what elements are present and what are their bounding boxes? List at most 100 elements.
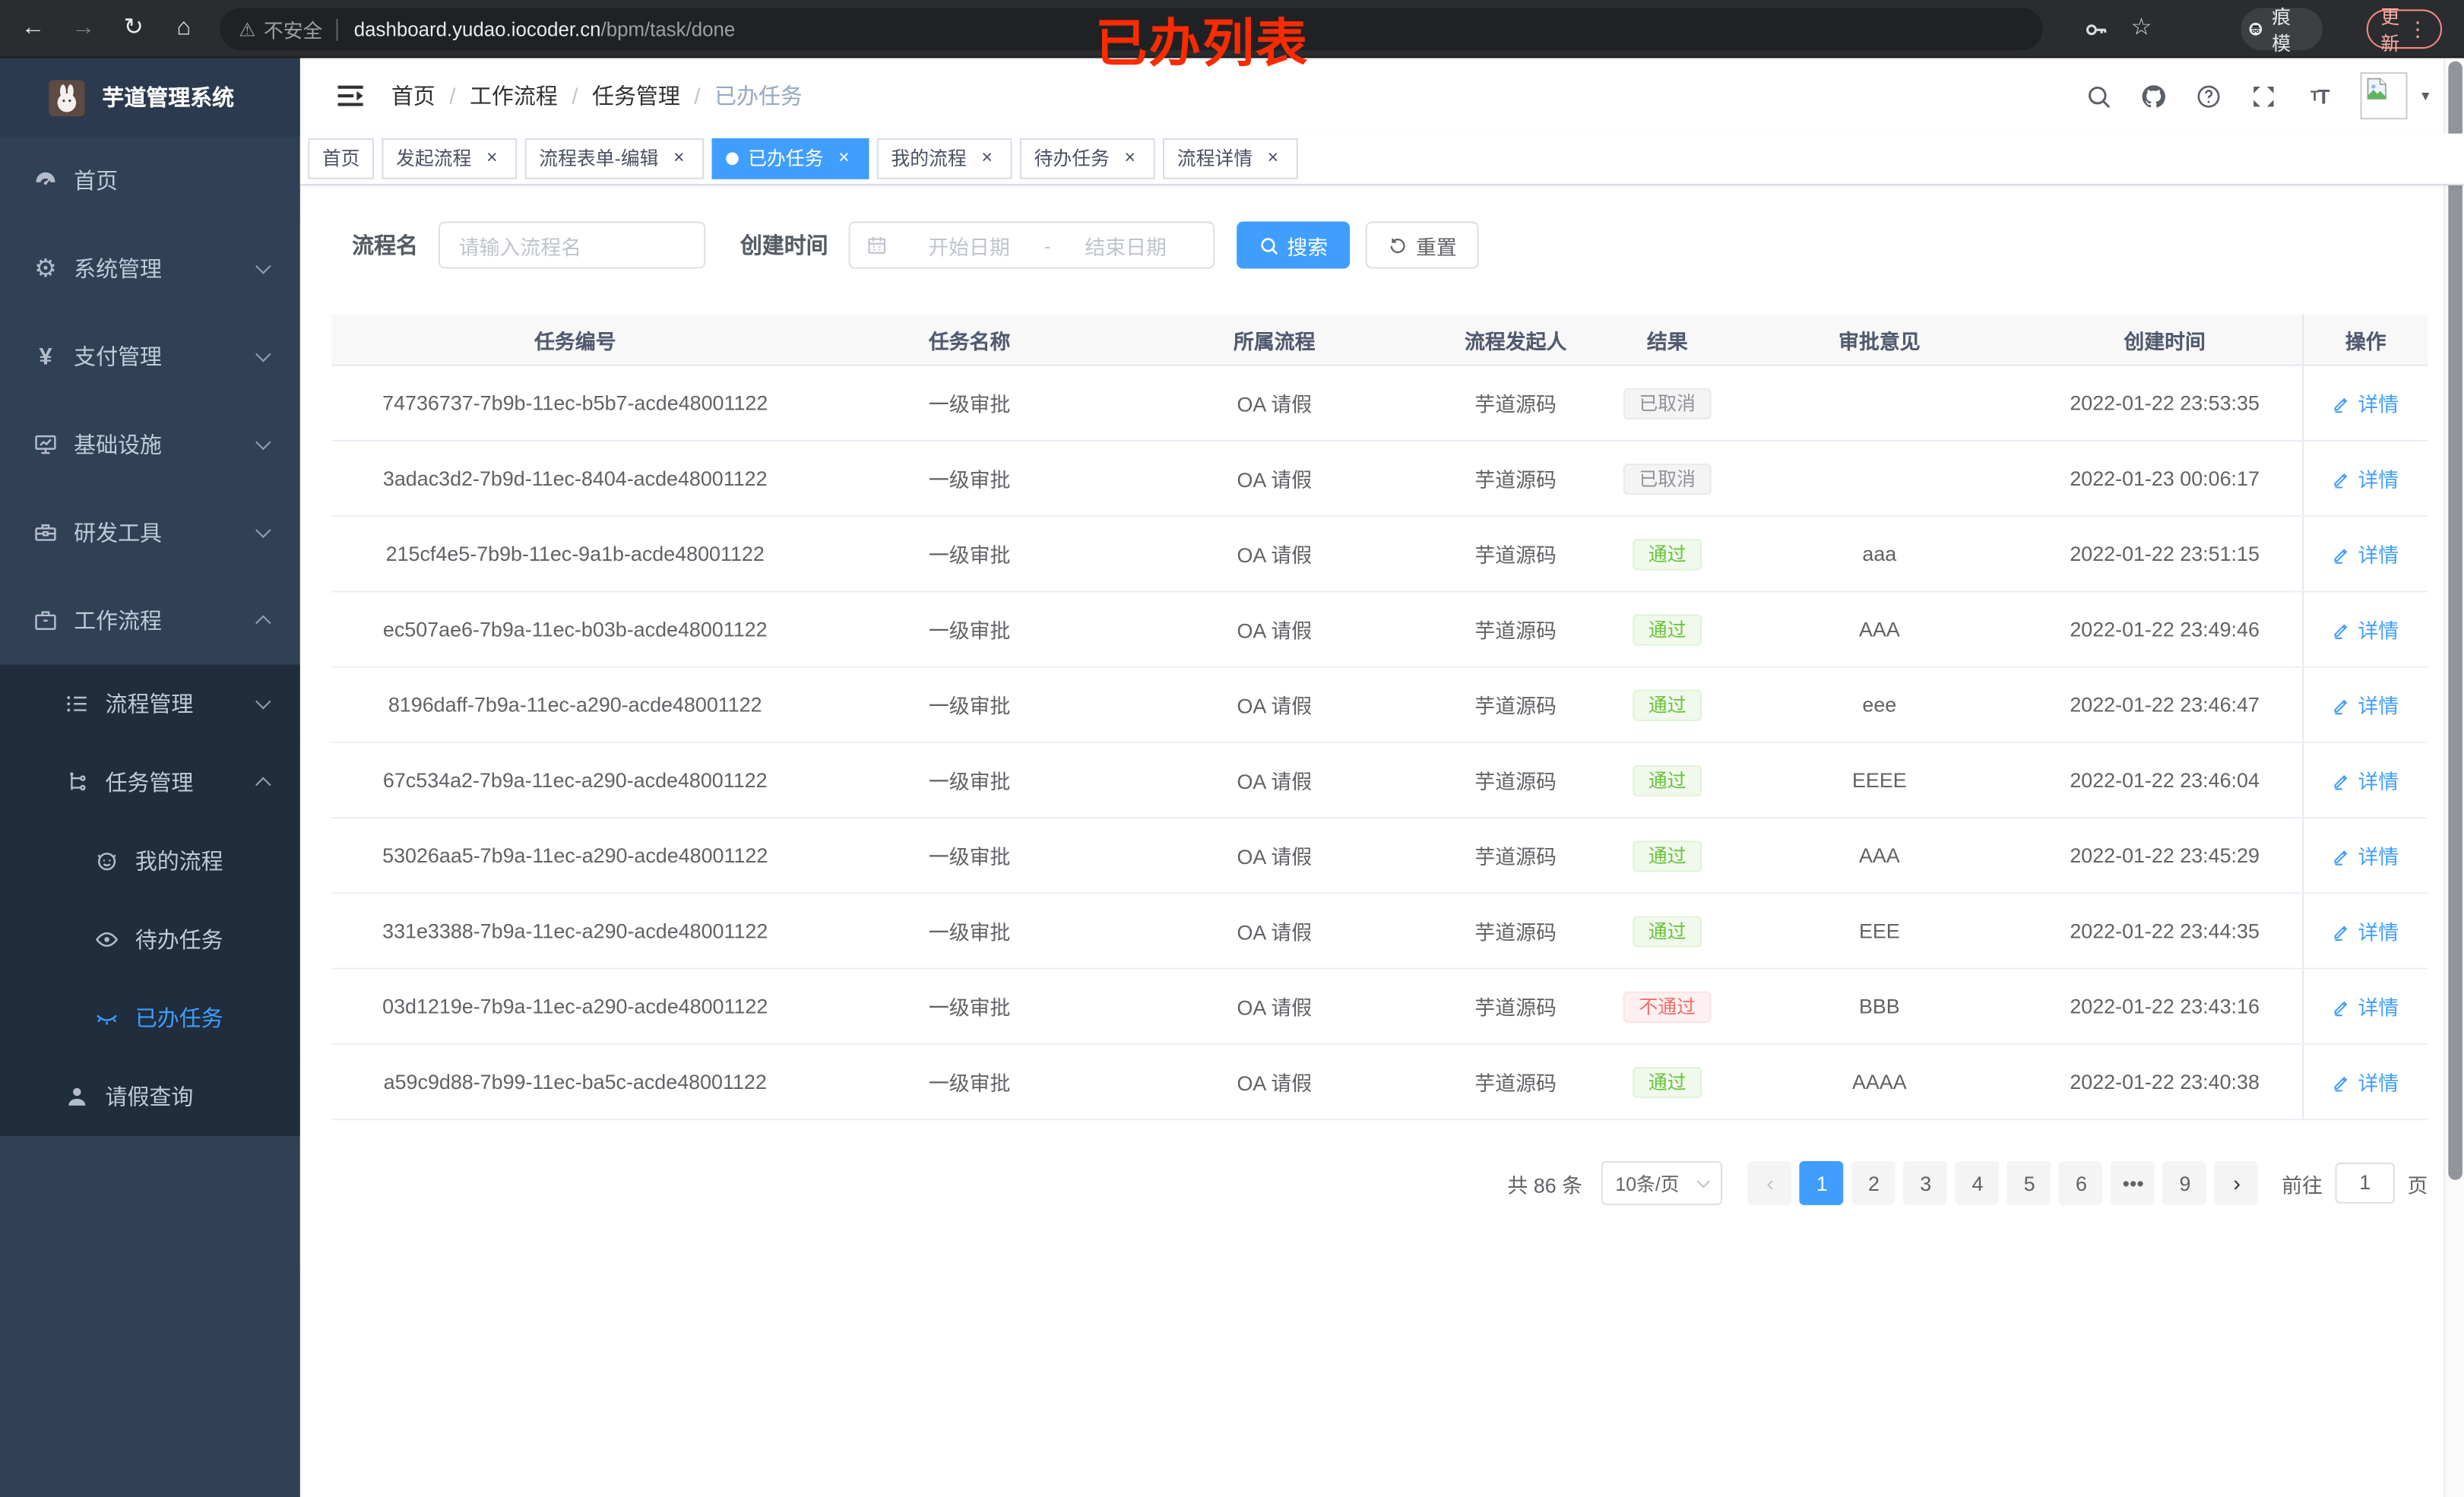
next-page-button[interactable]: › [2215,1160,2260,1205]
tab-已办任务[interactable]: 已办任务 × [711,138,869,179]
page-button-9[interactable]: 9 [2162,1160,2207,1205]
tab-流程详情[interactable]: 流程详情 × [1163,138,1299,179]
detail-button[interactable]: 详情 [2333,840,2399,870]
update-button[interactable]: 更新 ⋮ [2366,5,2443,54]
forward-icon[interactable]: → [66,11,100,45]
sidebar-item-process-manage[interactable]: 流程管理 [0,664,300,743]
search-button[interactable]: 搜索 [1237,221,1351,269]
tab-流程表单-编辑[interactable]: 流程表单-编辑 × [524,138,705,179]
tab-我的流程[interactable]: 我的流程 × [876,138,1012,179]
dashboard-icon [33,168,58,193]
page-buttons: 1 2 3 4 5 6 ••• 9 [1796,1160,2211,1205]
page-button-2[interactable]: 2 [1851,1160,1896,1205]
sidebar-item-leave-query[interactable]: 请假查询 [0,1057,300,1136]
page-button-1[interactable]: 1 [1800,1160,1845,1205]
detail-button[interactable]: 详情 [2333,614,2399,644]
detail-button[interactable]: 详情 [2333,539,2399,568]
detail-button[interactable]: 详情 [2333,464,2399,493]
cell-starter: 芋道源码 [1474,392,1557,416]
tags-bar: 首页 发起流程 × 流程表单-编辑 × 已办任务 × 我的流程 × 待办任务 × 流程详情 × [299,133,2464,185]
page-size-select[interactable]: 10条/页 [1601,1160,1723,1205]
avatar[interactable] [2360,72,2408,120]
sidebar-item-label: 已办任务 [135,1005,223,1031]
cell-task-id: 74736737-7b9b-11ec-b5b7-acde48001122 [382,391,768,415]
more-pages-button[interactable]: ••• [2111,1160,2155,1205]
tab-首页[interactable]: 首页 [308,138,375,179]
detail-button[interactable]: 详情 [2333,388,2399,418]
browser-menu-icon[interactable]: ⋮ [2408,17,2428,42]
detail-button[interactable]: 详情 [2333,1067,2399,1097]
hamburger-icon[interactable] [334,80,366,111]
end-date-placeholder: 结束日期 [1085,235,1167,259]
sidebar-item-devtools[interactable]: 研发工具 [0,489,300,577]
back-icon[interactable]: ← [16,11,50,45]
cell-task-name: 一级审批 [928,995,1011,1020]
cell-task-name: 一级审批 [928,770,1011,794]
reload-icon[interactable]: ↻ [116,11,150,45]
scrollbar-thumb[interactable] [2448,61,2462,1180]
detail-button[interactable]: 详情 [2333,690,2399,720]
refresh-icon [1390,238,1405,253]
breadcrumb-item[interactable]: 首页 [391,80,435,111]
date-range-input[interactable]: 开始日期 - 结束日期 [848,221,1215,269]
avatar-caret-icon[interactable]: ▾ [2421,87,2429,105]
breadcrumb-item[interactable]: 工作流程 [470,80,558,111]
close-icon[interactable]: × [1119,147,1141,169]
tab-待办任务[interactable]: 待办任务 × [1020,138,1155,179]
sidebar-item-home[interactable]: 首页 [0,137,300,225]
cell-starter: 芋道源码 [1474,845,1557,869]
table-row: ec507ae6-7b9a-11ec-b03b-acde48001122 一级审批… [331,592,2428,668]
process-name-input[interactable]: 请输入流程名 [438,221,706,269]
page-jumper: 前往 1 页 [2282,1163,2428,1204]
help-icon[interactable] [2195,82,2223,110]
cell-process: OA 请假 [1237,619,1313,643]
chevron-down-icon [255,692,271,709]
page-jump-input[interactable]: 1 [2335,1163,2395,1204]
cell-comment: aaa [1862,542,1897,566]
prev-page-button[interactable]: ‹ [1748,1160,1793,1205]
cell-starter: 芋道源码 [1474,619,1557,643]
cell-actions: 详情 [2302,818,2428,893]
close-icon[interactable]: × [1262,147,1284,169]
sidebar-item-todo-task[interactable]: 待办任务 [0,900,300,980]
cell-create-time: 2022-01-22 23:53:35 [2070,391,2260,415]
bookmark-star-icon[interactable]: ☆ [2131,13,2152,41]
sidebar-item-payment[interactable]: ¥ 支付管理 [0,312,300,400]
page-button-4[interactable]: 4 [1956,1160,2000,1205]
page-button-3[interactable]: 3 [1903,1160,1948,1205]
cell-comment: EEE [1858,919,1900,943]
page-scrollbar[interactable] [2443,58,2464,1497]
close-icon[interactable]: × [481,147,503,169]
sidebar-item-my-process[interactable]: 我的流程 [0,821,300,900]
cell-result: 已取消 [1603,387,1732,419]
detail-button[interactable]: 详情 [2333,992,2399,1021]
logo-row[interactable]: 芋道管理系统 [0,58,300,137]
sidebar-item-workflow[interactable]: 工作流程 [0,577,300,665]
tab-发起流程[interactable]: 发起流程 × [382,138,518,179]
page-button-5[interactable]: 5 [2007,1160,2052,1205]
cell-task-id: 8196daff-7b9a-11ec-a290-acde48001122 [388,692,762,717]
fullscreen-icon[interactable] [2250,82,2279,110]
breadcrumb-item[interactable]: 任务管理 [592,80,680,111]
close-icon[interactable]: × [668,147,690,169]
table-row: 215cf4e5-7b9b-11ec-9a1b-acde48001122 一级审批… [331,517,2428,593]
key-icon[interactable] [2082,16,2111,44]
detail-button[interactable]: 详情 [2333,765,2399,795]
sidebar-item-system[interactable]: ⚙ 系统管理 [0,225,300,313]
sidebar-item-infra[interactable]: 基础设施 [0,400,300,489]
close-icon[interactable]: × [976,147,998,169]
sidebar-item-done-task[interactable]: 已办任务 [0,979,300,1058]
page-button-6[interactable]: 6 [2059,1160,2104,1205]
breadcrumb-separator: / [572,83,578,109]
detail-button[interactable]: 详情 [2333,916,2399,945]
cell-create-time: 2022-01-22 23:49:46 [2070,617,2260,641]
home-icon[interactable]: ⌂ [166,11,201,45]
font-size-icon[interactable]: TT [2305,82,2333,110]
reset-button[interactable]: 重置 [1365,221,1479,269]
close-icon[interactable]: × [833,147,855,169]
search-icon[interactable] [2086,82,2114,110]
cell-result: 通过 [1603,538,1732,570]
cell-starter: 芋道源码 [1474,1071,1557,1096]
sidebar-item-task-manage[interactable]: 任务管理 [0,742,300,822]
github-icon[interactable] [2140,82,2168,110]
